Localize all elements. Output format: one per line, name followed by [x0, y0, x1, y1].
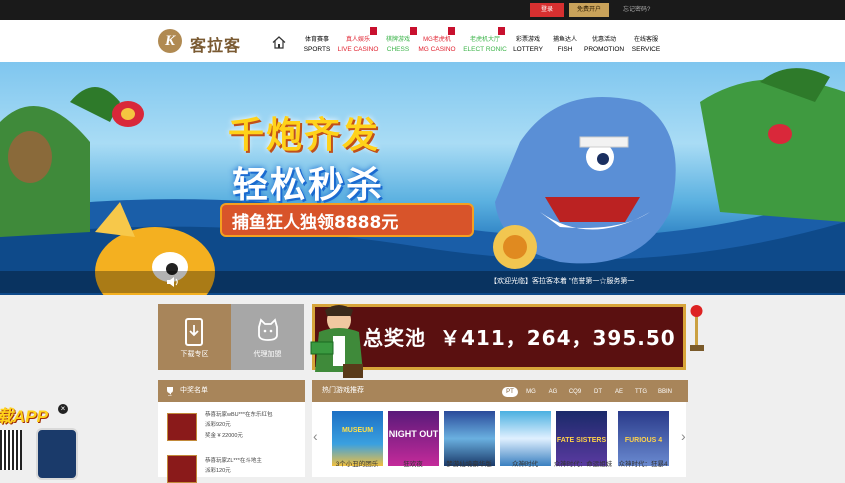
game-card[interactable] — [500, 411, 551, 466]
filter-tab-ag[interactable]: AG — [545, 387, 561, 397]
nav-label-en: ELECT RONIC — [463, 46, 507, 53]
hot-flag-icon — [410, 27, 417, 35]
nav-electronic[interactable]: 老虎机大厅 ELECT RONIC — [463, 36, 507, 54]
winner-line: 恭喜玩家ZL***在斗地主 — [205, 458, 262, 464]
filter-tab-bbin[interactable]: BBIN — [655, 387, 675, 397]
hot-games-title: 热门游戏推荐 — [322, 387, 364, 394]
game-art-title: FURIOUS 4 — [624, 437, 663, 444]
nav-lottery[interactable]: 彩票游戏 LOTTERY — [513, 36, 543, 54]
winners-title: 中奖名单 — [180, 387, 208, 394]
nav-label-zh: 彩票游戏 — [515, 37, 540, 43]
marquee-bar — [0, 271, 845, 293]
phone-icon — [185, 318, 203, 346]
hot-flag-icon — [498, 27, 505, 35]
game-art-title: FATE SISTERS — [556, 437, 607, 444]
qr-code-icon — [0, 430, 22, 470]
winner-game-thumb[interactable] — [167, 455, 197, 483]
chevron-left-icon[interactable]: ‹ — [313, 428, 318, 444]
hot-flag-icon — [370, 27, 377, 35]
nav-label-en: SPORTS — [303, 46, 331, 53]
banner-ribbon-text: 捕鱼狂人独领8888元 — [232, 213, 399, 233]
game-label[interactable]: 众神时代：命运姐妹 — [553, 460, 613, 469]
logo-icon[interactable]: K — [158, 29, 182, 53]
nav-label-zh: 捕鱼达人 — [552, 37, 577, 43]
game-card[interactable] — [444, 411, 495, 466]
game-label[interactable]: 3个小丑的团乐 — [327, 460, 387, 469]
banner-headline-1: 千炮齐发 — [228, 115, 381, 156]
nav-label-zh: 老虎机大厅 — [469, 37, 500, 43]
nav-label-en: SERVICE — [631, 46, 661, 53]
hot-flag-icon — [448, 27, 455, 35]
nav-sports[interactable]: 体育赛事 SPORTS — [303, 36, 331, 54]
tile-label: 代理加盟 — [253, 351, 282, 358]
nav-chess[interactable]: 棋牌游戏 CHESS — [384, 36, 412, 54]
filter-tab-ae[interactable]: AE — [611, 387, 627, 397]
register-button[interactable]: 免费开户 — [569, 3, 609, 17]
game-card[interactable]: FURIOUS 4 — [618, 411, 669, 466]
winners-header: 中奖名单 — [158, 380, 305, 402]
game-card[interactable]: NIGHT OUT — [388, 411, 439, 466]
nav-promotion[interactable]: 优惠活动 PROMOTION — [584, 36, 624, 54]
game-art-title: MUSEUM — [341, 427, 374, 434]
filter-tab-ttg[interactable]: TTG — [632, 387, 650, 397]
chevron-right-icon[interactable]: › — [681, 428, 686, 444]
nav-label-en: PROMOTION — [584, 46, 625, 53]
nav-label-zh: 棋牌游戏 — [385, 37, 410, 43]
winner-line: 派彩920元 — [205, 422, 231, 428]
banner-headline-2: 轻松秒杀 — [232, 165, 385, 206]
nav-label-zh: 体育赛事 — [304, 37, 329, 43]
app-download-float[interactable]: 载APP × — [0, 402, 80, 480]
winner-line: 恭喜玩家wBU***在东乐红包 — [205, 412, 273, 418]
jackpot-value: ￥411，264，395.50 — [440, 326, 676, 350]
filter-tab-cq9[interactable]: CQ9 — [566, 387, 584, 397]
phone-icon — [36, 428, 78, 480]
mascot-illustration — [310, 305, 363, 378]
marquee-text: 【欢迎光临】客拉客本着 "信誉第一☆服务第一 — [490, 278, 635, 285]
top-bar — [0, 0, 845, 20]
filter-tab-mg[interactable]: MG — [523, 387, 539, 397]
nav-label-en: MG CASINO — [418, 46, 456, 53]
jackpot-label: 总奖池 — [363, 326, 426, 350]
filter-tab-pt[interactable]: PT — [502, 387, 518, 397]
app-promo-text: 载APP — [0, 407, 48, 426]
nav-label-en: LOTTERY — [513, 46, 543, 53]
nav-mg-casino[interactable]: MG老虎机 MG CASINO — [418, 36, 456, 54]
close-icon[interactable]: × — [58, 404, 68, 414]
hero-banner[interactable]: 千炮齐发 轻松秒杀 捕鱼狂人独领8888元 — [0, 62, 845, 295]
game-label[interactable]: 狂欢夜 — [383, 460, 443, 469]
nav-label-en: FISH — [557, 46, 573, 53]
nav-label-zh: 在线客服 — [633, 37, 658, 43]
download-tile[interactable]: 下载专区 — [158, 304, 231, 370]
forgot-password-link[interactable]: 忘记密码? — [623, 4, 650, 16]
game-label[interactable]: 梦游仙境豪华版 — [439, 460, 499, 469]
agent-tile[interactable]: 代理加盟 — [231, 304, 304, 370]
nav-service[interactable]: 在线客服 SERVICE — [631, 36, 661, 54]
nav-fish[interactable]: 捕鱼达人 FISH — [551, 36, 579, 54]
filter-tab-dt[interactable]: DT — [590, 387, 606, 397]
home-icon[interactable] — [272, 36, 286, 49]
game-card[interactable]: FATE SISTERS — [556, 411, 607, 466]
game-label[interactable]: 众神时代：狂暴4 — [613, 460, 673, 469]
slot-lever-icon — [690, 305, 704, 351]
game-label[interactable]: 众神时代 — [495, 460, 555, 469]
tile-label: 下载专区 — [180, 351, 209, 358]
nav-label-zh: MG老虎机 — [423, 37, 451, 43]
logo-text[interactable]: 客拉客 — [190, 32, 241, 56]
winner-amount: 奖金 ¥ 22000元 — [205, 433, 243, 439]
game-card[interactable]: MUSEUM — [332, 411, 383, 466]
login-button[interactable]: 登录 — [530, 3, 564, 17]
nav-label-en: CHESS — [386, 46, 410, 53]
speaker-icon[interactable] — [166, 276, 180, 288]
nav-label-zh: 真人娱乐 — [345, 37, 370, 43]
nav-label-en: LIVE CASINO — [337, 46, 379, 53]
nav-live-casino[interactable]: 真人娱乐 LIVE CASINO — [337, 36, 379, 54]
game-art-title: NIGHT OUT — [388, 429, 439, 439]
cat-icon — [258, 318, 278, 341]
winner-line: 派彩120元 — [205, 468, 231, 474]
banner-art — [0, 68, 845, 295]
winner-game-thumb[interactable] — [167, 413, 197, 441]
trophy-icon — [167, 387, 173, 396]
nav-label-zh: 优惠活动 — [591, 37, 616, 43]
